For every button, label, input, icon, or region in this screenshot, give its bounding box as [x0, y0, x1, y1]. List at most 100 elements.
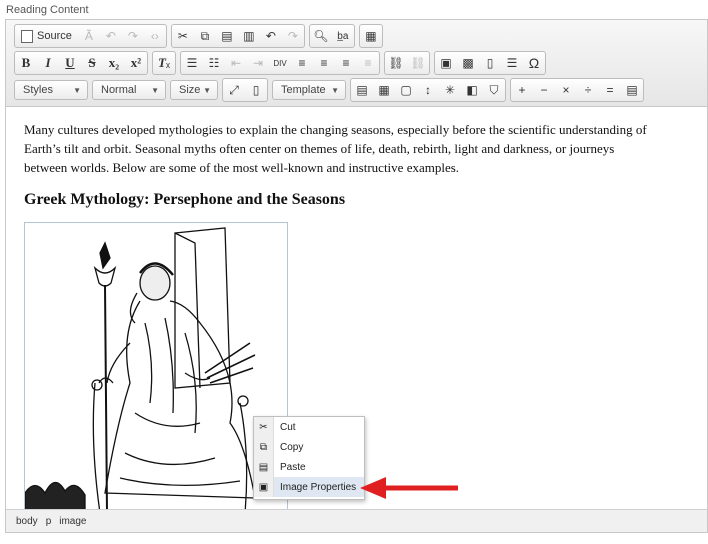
scissors-icon: ✂: [254, 417, 274, 437]
remove-format-icon[interactable]: Tₓ: [153, 52, 175, 74]
strike-icon[interactable]: S: [81, 52, 103, 74]
iframe-icon[interactable]: ◧: [461, 79, 483, 101]
plus-icon[interactable]: +: [511, 79, 533, 101]
styles-dropdown[interactable]: Styles ▼: [14, 80, 88, 100]
size-dropdown-label: Size: [179, 84, 201, 96]
basic-style-group: B I U S x₂ x²: [14, 51, 148, 75]
path-image[interactable]: image: [59, 516, 86, 527]
spellcheck-icon[interactable]: ▦: [360, 25, 382, 47]
size-dropdown[interactable]: Size ▼: [170, 80, 218, 100]
bulleted-list-icon[interactable]: ☷: [203, 52, 225, 74]
find-group: 🔍︎ b̲a: [308, 24, 355, 48]
align-center-icon[interactable]: ≡: [313, 52, 335, 74]
equals-icon[interactable]: =: [599, 79, 621, 101]
link-group: ⛓ ⛓: [384, 51, 430, 75]
image-icon: ▣: [254, 477, 274, 497]
copy-icon: ⧉: [254, 437, 274, 457]
table-rows-icon[interactable]: ▦: [373, 79, 395, 101]
shield-icon[interactable]: ⛉: [483, 79, 505, 101]
path-p[interactable]: p: [46, 516, 52, 527]
paste-icon[interactable]: ▤: [216, 25, 238, 47]
superscript-icon[interactable]: x²: [125, 52, 147, 74]
source-button[interactable]: Source: [15, 25, 78, 47]
justify-icon[interactable]: ≡: [357, 52, 379, 74]
editor-toolbar: Source Ã ↶ ↷ ‹› ✂ ⧉ ▤ ▥ ↶ ↷ 🔍︎ b̲a ▦ B I…: [6, 20, 707, 107]
paste-icon: ▤: [254, 457, 274, 477]
divide-icon[interactable]: ÷: [577, 79, 599, 101]
find-icon[interactable]: 🔍︎: [310, 25, 332, 47]
undo-icon[interactable]: ↶: [260, 25, 282, 47]
view-group: ⤢ ▯: [222, 78, 268, 102]
field-label: Reading Content: [6, 4, 89, 16]
flash-icon[interactable]: ▩: [457, 52, 479, 74]
autoformat-icon[interactable]: Ã: [78, 25, 100, 47]
outdent-icon[interactable]: ⇤: [225, 52, 247, 74]
align-left-icon[interactable]: ≡: [291, 52, 313, 74]
context-menu: ✂ Cut ⧉ Copy ▤ Paste ▣ Image Properties: [253, 416, 365, 500]
menu-item-copy-label: Copy: [280, 441, 304, 453]
insert-group: ▣ ▩ ▯ ☰ Ω: [434, 51, 546, 75]
div-icon[interactable]: DIV: [269, 52, 291, 74]
template-dropdown[interactable]: Template ▼: [272, 80, 346, 100]
show-blocks-icon[interactable]: ▯: [245, 79, 267, 101]
menu-item-image-properties-label: Image Properties: [280, 481, 357, 493]
table-icon[interactable]: ▤: [351, 79, 373, 101]
format-dropdown-label: Normal: [101, 84, 137, 96]
align-right-icon[interactable]: ≡: [335, 52, 357, 74]
omega-icon[interactable]: Ω: [523, 52, 545, 74]
editor-content[interactable]: Many cultures developed mythologies to e…: [24, 120, 695, 221]
path-body[interactable]: body: [16, 516, 38, 527]
replace-icon[interactable]: b̲a: [332, 25, 354, 47]
times-icon[interactable]: ×: [555, 79, 577, 101]
status-bar: body p image: [6, 509, 707, 532]
source-button-label: Source: [37, 30, 72, 42]
menu-item-cut-label: Cut: [280, 421, 296, 433]
format-dropdown[interactable]: Normal ▼: [92, 80, 166, 100]
subscript-icon[interactable]: x₂: [103, 52, 125, 74]
maximize-icon[interactable]: ⤢: [223, 79, 245, 101]
chevron-down-icon: ▼: [331, 85, 339, 95]
menu-item-copy[interactable]: ⧉ Copy: [254, 437, 364, 457]
remove-format-group: Tₓ: [152, 51, 176, 75]
persephone-illustration: [25, 227, 287, 523]
redo-gray-icon[interactable]: ↷: [122, 25, 144, 47]
vertical-line-icon[interactable]: ↕: [417, 79, 439, 101]
menu-item-image-properties[interactable]: ▣ Image Properties: [254, 477, 364, 497]
persephone-image[interactable]: [24, 222, 288, 524]
menu-item-paste-label: Paste: [280, 461, 306, 473]
menu-item-cut[interactable]: ✂ Cut: [254, 417, 364, 437]
page-icon[interactable]: ▯: [479, 52, 501, 74]
cut-icon[interactable]: ✂: [172, 25, 194, 47]
paragraph-group: ☰ ☷ ⇤ ⇥ DIV ≡ ≡ ≡ ≡: [180, 51, 380, 75]
indent-icon[interactable]: ⇥: [247, 52, 269, 74]
toolbar-row-3: Styles ▼ Normal ▼ Size ▼ ⤢ ▯ Template ▼ …: [14, 78, 644, 102]
toolbar-row-1: Source Ã ↶ ↷ ‹› ✂ ⧉ ▤ ▥ ↶ ↷ 🔍︎ b̲a ▦: [14, 24, 383, 48]
anchor-icon[interactable]: ✳: [439, 79, 461, 101]
paste-text-icon[interactable]: ▥: [238, 25, 260, 47]
undo-gray-icon[interactable]: ↶: [100, 25, 122, 47]
template-dropdown-label: Template: [281, 84, 326, 96]
copy-icon[interactable]: ⧉: [194, 25, 216, 47]
source-icon: [21, 29, 33, 43]
numbered-list-icon[interactable]: ☰: [181, 52, 203, 74]
chevron-down-icon: ▼: [203, 85, 211, 95]
spell-group: ▦: [358, 24, 383, 48]
section-heading: Greek Mythology: Persephone and the Seas…: [24, 191, 346, 208]
bold-icon[interactable]: B: [15, 52, 37, 74]
unlink-icon[interactable]: ⛓: [407, 52, 429, 74]
hr-icon[interactable]: ☰: [501, 52, 523, 74]
intro-paragraph: Many cultures developed mythologies to e…: [24, 122, 647, 175]
italic-icon[interactable]: I: [37, 52, 59, 74]
chevron-down-icon: ▼: [73, 85, 81, 95]
link-icon[interactable]: ⛓: [385, 52, 407, 74]
image-icon[interactable]: ▣: [435, 52, 457, 74]
menu-item-paste[interactable]: ▤ Paste: [254, 457, 364, 477]
box-icon[interactable]: ▢: [395, 79, 417, 101]
styles-dropdown-label: Styles: [23, 84, 53, 96]
table-insert-icon[interactable]: ▤: [621, 79, 643, 101]
underline-icon[interactable]: U: [59, 52, 81, 74]
redo-icon[interactable]: ↷: [282, 25, 304, 47]
minus-icon[interactable]: −: [533, 79, 555, 101]
code-icon[interactable]: ‹›: [144, 25, 166, 47]
document-group: Source Ã ↶ ↷ ‹›: [14, 24, 167, 48]
